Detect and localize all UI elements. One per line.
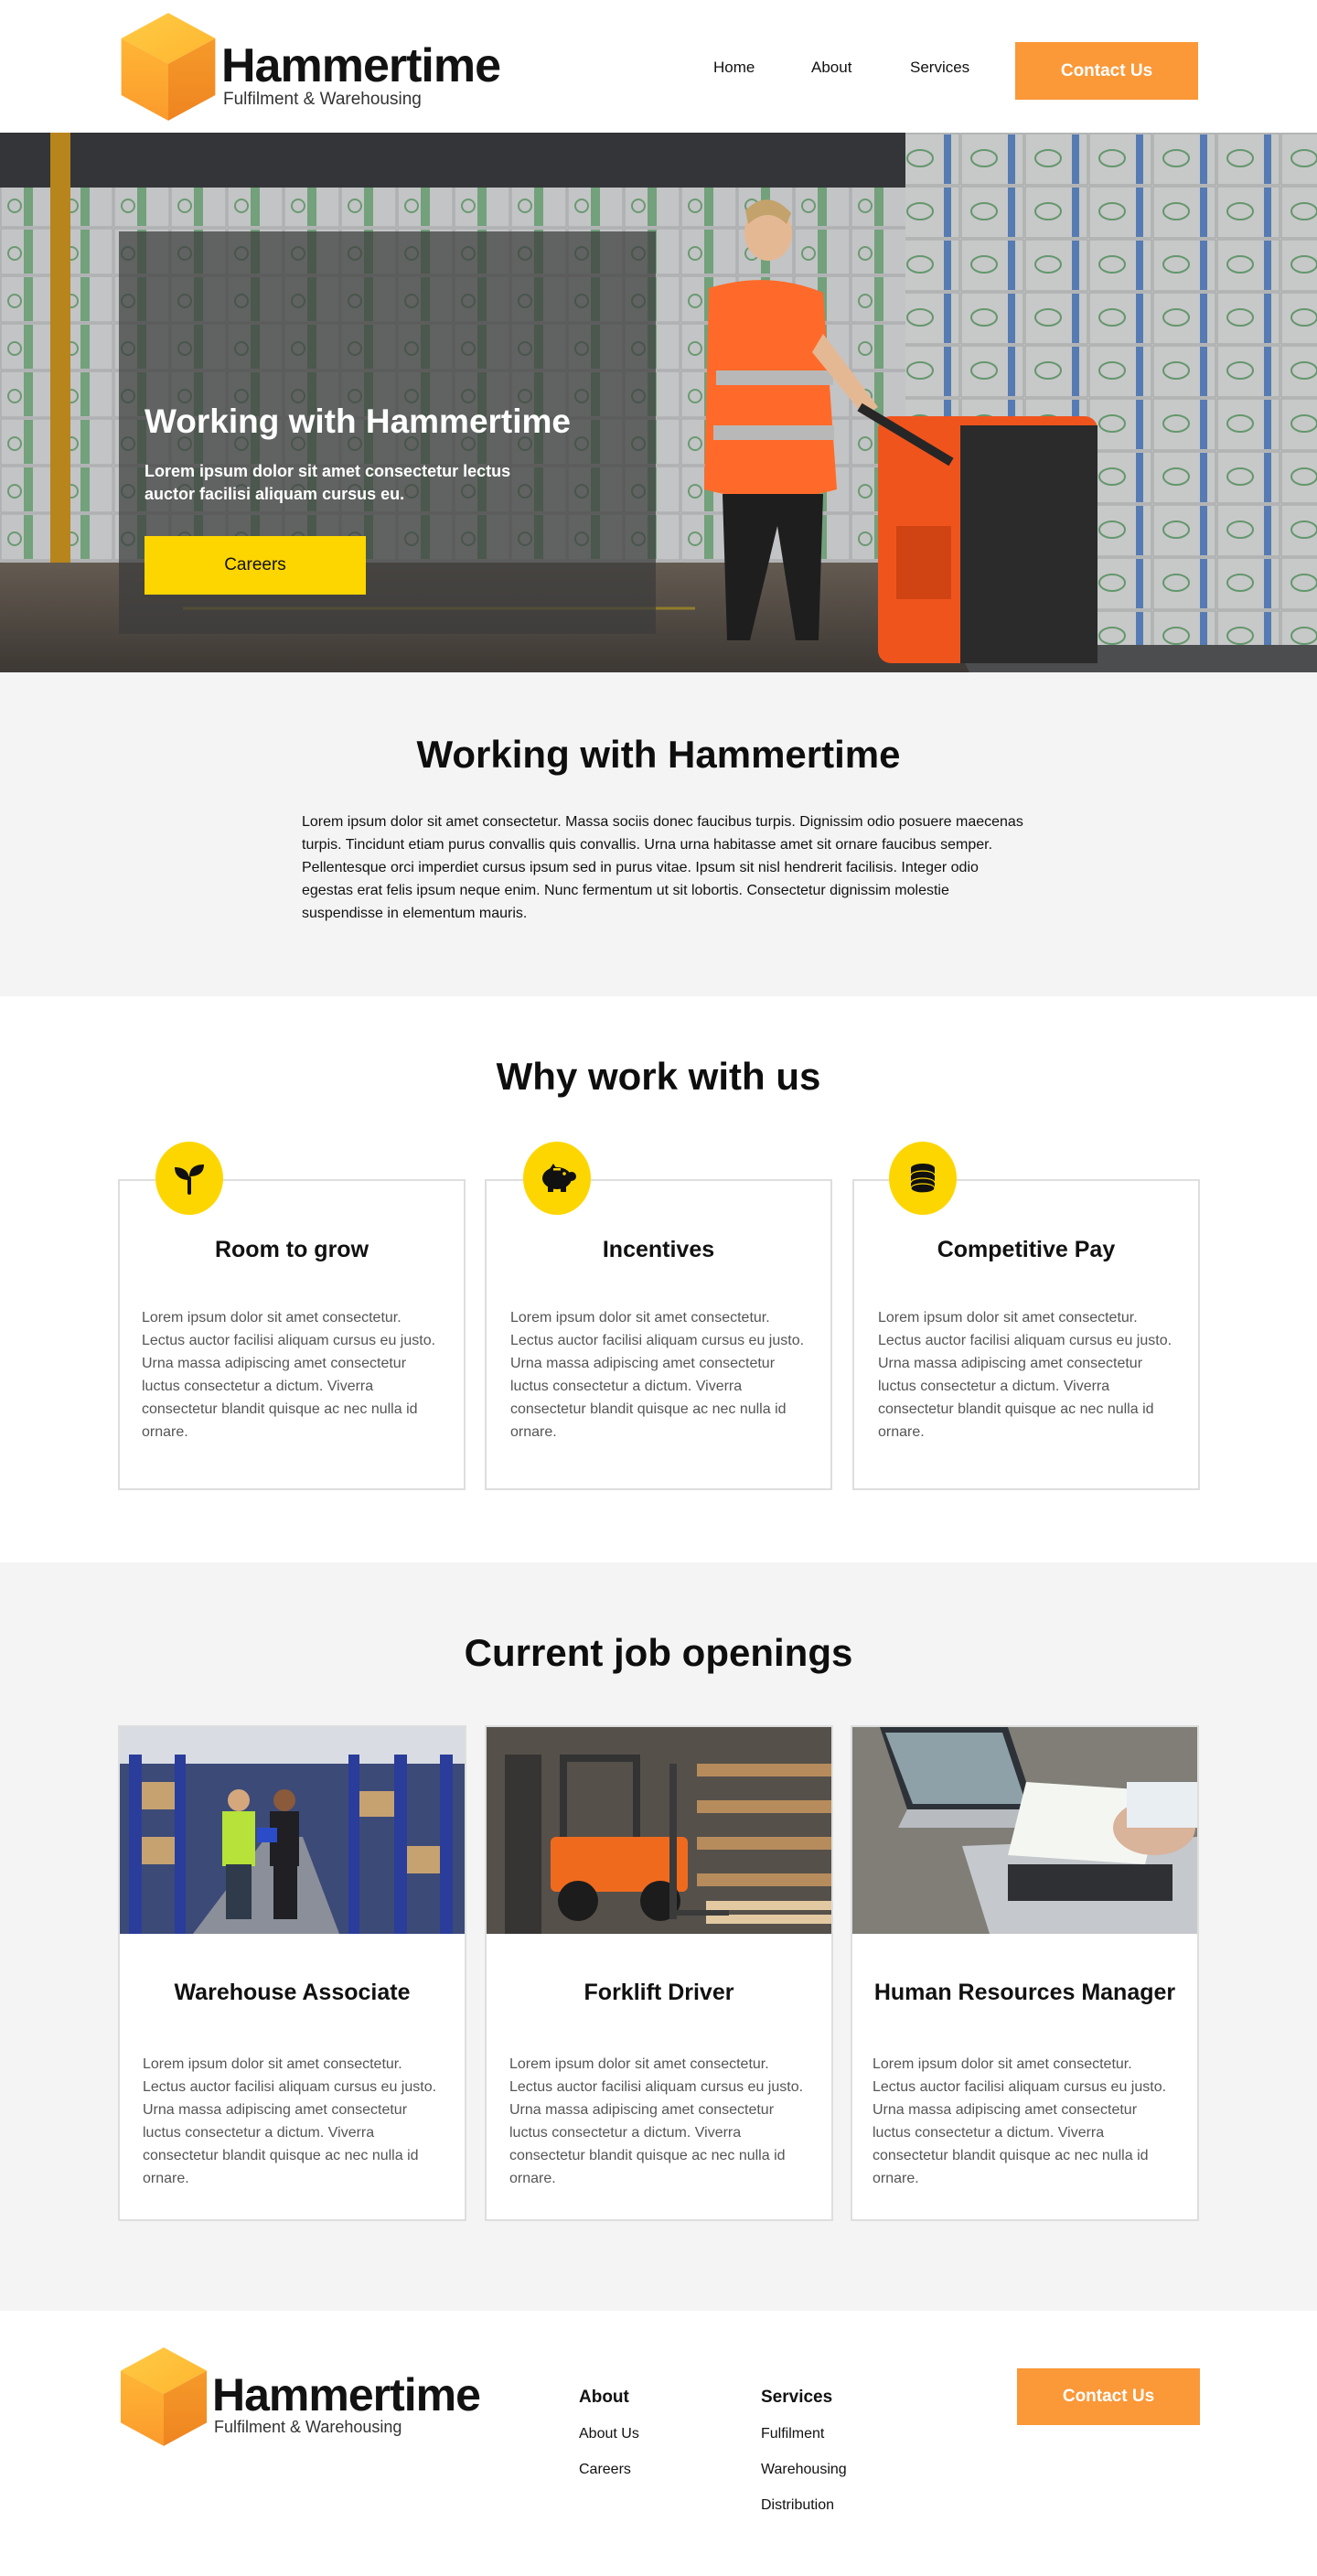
logo-tagline: Fulfilment & Warehousing — [214, 2418, 402, 2436]
footer-logo[interactable]: Hammertime Fulfilment & Warehousing — [119, 2345, 503, 2449]
logo-tagline: Fulfilment & Warehousing — [223, 90, 422, 109]
nav-services[interactable]: Services — [910, 59, 969, 77]
logo-name: Hammertime — [221, 39, 501, 92]
job-text: Lorem ipsum dolor sit amet consectetur. … — [873, 2056, 1167, 2186]
header-contact-button[interactable]: Contact Us — [1015, 42, 1198, 100]
logo-name: Hammertime — [212, 2369, 481, 2420]
footer-link-careers[interactable]: Careers — [579, 2462, 631, 2478]
hero-title: Working with Hammertime — [145, 402, 572, 440]
benefit-text: Lorem ipsum dolor sit amet consectetur. … — [510, 1310, 805, 1440]
job-text: Lorem ipsum dolor sit amet consectetur. … — [143, 2056, 437, 2186]
benefit-title: Incentives — [602, 1237, 715, 1262]
nav-about[interactable]: About — [811, 59, 851, 77]
footer-about-heading: About — [579, 2388, 629, 2407]
footer-contact-button[interactable]: Contact Us — [1017, 2368, 1200, 2425]
cube-logo-icon — [119, 11, 218, 123]
footer-services-heading: Services — [761, 2388, 833, 2407]
job-title[interactable]: Forklift Driver — [485, 1980, 833, 2006]
footer-link-distribution[interactable]: Distribution — [761, 2497, 834, 2514]
header-logo[interactable]: Hammertime Fulfilment & Warehousing — [119, 11, 512, 123]
jobs-title: Current job openings — [464, 1631, 853, 1674]
nav-home[interactable]: Home — [713, 59, 755, 77]
benefit-text: Lorem ipsum dolor sit amet consectetur. … — [142, 1310, 436, 1440]
footer-link-fulfilment[interactable]: Fulfilment — [761, 2426, 824, 2442]
benefit-text: Lorem ipsum dolor sit amet consectetur. … — [878, 1310, 1172, 1440]
sprout-icon — [155, 1142, 223, 1215]
intro-title: Working with Hammertime — [416, 733, 901, 776]
why-title: Why work with us — [496, 1055, 821, 1098]
job-title[interactable]: Human Resources Manager — [851, 1980, 1199, 2006]
warehouse-associate-photo — [120, 1727, 465, 1934]
careers-button[interactable]: Careers — [145, 536, 366, 595]
footer-link-about-us[interactable]: About Us — [579, 2426, 639, 2442]
piggy-bank-icon — [523, 1142, 591, 1215]
job-text: Lorem ipsum dolor sit amet consectetur. … — [509, 2056, 804, 2186]
benefit-title: Room to grow — [214, 1237, 369, 1262]
forklift-driver-photo — [487, 1727, 831, 1934]
hr-manager-photo — [852, 1727, 1197, 1934]
cube-logo-icon — [119, 2345, 209, 2449]
intro-text: Lorem ipsum dolor sit amet consectetur. … — [302, 814, 1023, 921]
coins-icon — [889, 1142, 957, 1215]
job-title[interactable]: Warehouse Associate — [118, 1980, 466, 2006]
benefit-title: Competitive Pay — [937, 1237, 1116, 1262]
footer-link-warehousing[interactable]: Warehousing — [761, 2462, 847, 2478]
hero-subtitle: Lorem ipsum dolor sit amet consectetur l… — [145, 462, 511, 503]
